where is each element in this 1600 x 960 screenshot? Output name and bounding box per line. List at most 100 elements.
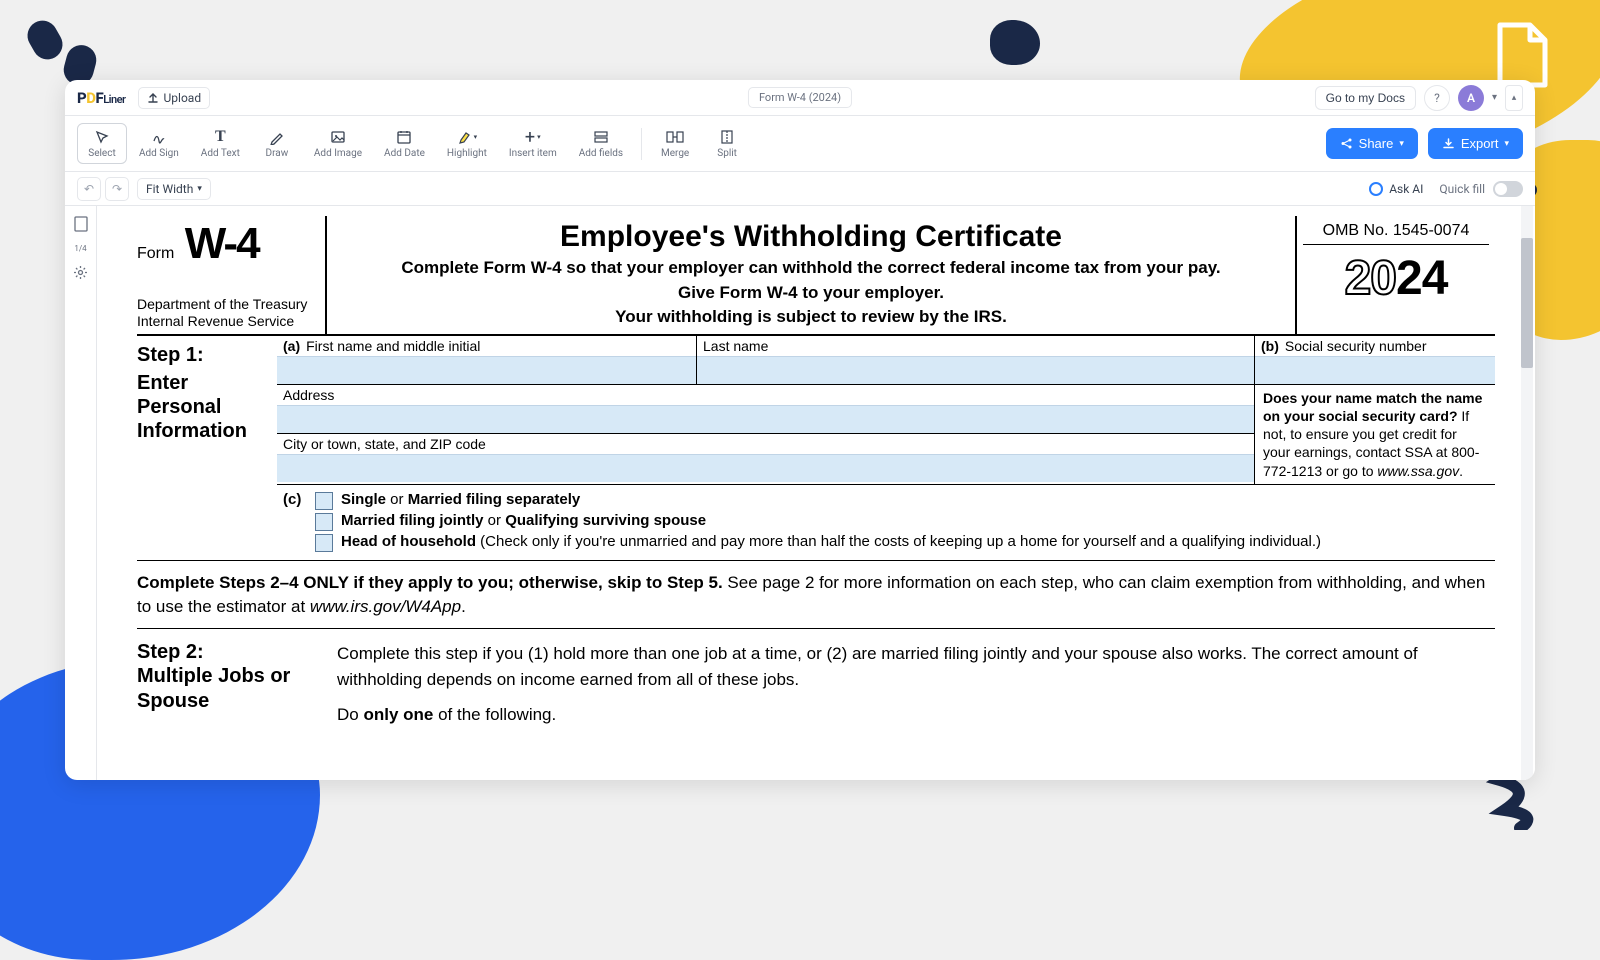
draw-icon (269, 128, 285, 146)
add-fields-tool[interactable]: Add fields (569, 124, 633, 163)
ssn-input[interactable] (1255, 356, 1495, 384)
b: Married filing jointly (341, 512, 484, 529)
step-subtitle: Multiple Jobs or Spouse (137, 664, 307, 714)
tool-label: Add Text (201, 148, 240, 159)
tag: (b) (1261, 338, 1279, 354)
form-code: W-4 (185, 224, 259, 264)
go-to-docs-button[interactable]: Go to my Docs (1315, 86, 1416, 110)
first-name-input[interactable] (277, 356, 696, 384)
export-button[interactable]: Export ▾ (1428, 128, 1523, 159)
field-label: Address (283, 387, 1248, 403)
t: Do (337, 705, 363, 724)
step-number: Step 1: (137, 344, 271, 367)
zoom-label: Fit Width (146, 182, 193, 196)
select-tool[interactable]: Select (77, 123, 127, 164)
left-rail: 1/4 (65, 206, 97, 780)
add-text-tool[interactable]: T Add Text (191, 124, 250, 163)
image-icon (330, 128, 346, 146)
chevron-down-icon: ▾ (197, 184, 202, 194)
filing-option-hoh: Head of household (Check only if you're … (283, 533, 1489, 552)
chevron-down-icon: ▾ (1504, 138, 1509, 149)
url-text: www.ssa.gov (1377, 463, 1459, 479)
step1-fields: (a)First name and middle initial Last na… (277, 336, 1495, 560)
tool-label: Split (717, 148, 737, 159)
field-label: Last name (703, 338, 1248, 354)
collapse-button[interactable]: ▴ (1505, 85, 1523, 111)
form-instruction: Your withholding is subject to review by… (345, 305, 1277, 330)
option-text: Married filing jointly or Qualifying sur… (341, 512, 706, 529)
row-name-ssn: (a)First name and middle initial Last na… (277, 336, 1495, 385)
form-year: 2024 (1303, 251, 1489, 306)
ask-ai-button[interactable]: Ask AI (1369, 182, 1423, 196)
checkbox-single[interactable] (315, 492, 333, 510)
upload-button[interactable]: Upload (138, 87, 211, 109)
department-info: Department of the Treasury Internal Reve… (137, 296, 317, 330)
zoom-select[interactable]: Fit Width ▾ (137, 178, 211, 200)
form-instruction: Give Form W-4 to your employer. (345, 281, 1277, 306)
omb-number: OMB No. 1545-0074 (1303, 222, 1489, 245)
settings-button[interactable] (73, 265, 88, 280)
t: of the following. (433, 705, 556, 724)
ssn-cell: (b) Social security number (1255, 336, 1495, 384)
tool-label: Merge (661, 148, 689, 159)
redo-button[interactable]: ↷ (105, 177, 129, 201)
b: only one (363, 705, 433, 724)
help-button[interactable]: ? (1424, 85, 1450, 111)
toolbar-right: Share ▾ Export ▾ (1326, 128, 1523, 159)
city-cell: City or town, state, and ZIP code (277, 434, 1254, 482)
address-input[interactable] (277, 405, 1254, 433)
document-title[interactable]: Form W-4 (2024) (748, 87, 852, 108)
bg-decoration (990, 20, 1040, 65)
form-header: Form W-4 Department of the Treasury Inte… (137, 216, 1495, 336)
last-name-input[interactable] (697, 356, 1254, 384)
add-sign-tool[interactable]: Add Sign (129, 124, 189, 163)
form-instruction: Complete Form W-4 so that your employer … (345, 256, 1277, 281)
toggle-switch[interactable] (1493, 181, 1523, 197)
scrollbar-thumb[interactable] (1521, 238, 1533, 368)
secondary-right: Ask AI Quick fill (1369, 181, 1523, 197)
plus-icon: +▾ (525, 128, 541, 146)
dot: . (461, 597, 466, 616)
tool-label: Draw (266, 148, 289, 159)
dot: . (1459, 463, 1463, 479)
insert-item-tool[interactable]: +▾ Insert item (499, 124, 567, 163)
checkbox-married[interactable] (315, 513, 333, 531)
add-date-tool[interactable]: Add Date (374, 124, 435, 163)
document-viewport[interactable]: Form W-4 Department of the Treasury Inte… (97, 206, 1535, 780)
tool-label: Add Date (384, 148, 425, 159)
header-bar: PDFLiner Upload Form W-4 (2024) Go to my… (65, 80, 1535, 116)
step-number: Step 2: (137, 641, 307, 664)
b: Qualifying surviving spouse (505, 512, 706, 529)
pages-panel-button[interactable] (74, 216, 88, 232)
label-text: Social security number (1285, 338, 1427, 354)
highlight-tool[interactable]: ▾ Highlight (437, 124, 497, 163)
undo-button[interactable]: ↶ (77, 177, 101, 201)
logo-letter: P (77, 89, 86, 107)
separator (641, 128, 642, 160)
field-label: (b) Social security number (1261, 338, 1489, 354)
chevron-down-icon[interactable]: ▾ (1492, 92, 1497, 103)
user-avatar[interactable]: A (1458, 85, 1484, 111)
share-button[interactable]: Share ▾ (1326, 128, 1418, 159)
logo-text: Liner (103, 93, 125, 106)
city-input[interactable] (277, 454, 1254, 482)
tool-label: Select (88, 148, 115, 159)
step1-section: Step 1: Enter Personal Information (a)Fi… (137, 336, 1495, 561)
draw-tool[interactable]: Draw (252, 124, 302, 163)
date-icon (396, 128, 412, 146)
quick-fill-label: Quick fill (1439, 182, 1485, 196)
form-header-center: Employee's Withholding Certificate Compl… (327, 216, 1295, 334)
year-20: 20 (1345, 252, 1396, 305)
b: Married filing separately (408, 491, 581, 508)
split-tool[interactable]: Split (702, 124, 752, 163)
step2-section: Step 2: Multiple Jobs or Spouse Complete… (137, 629, 1495, 728)
checkbox-hoh[interactable] (315, 534, 333, 552)
filing-status-row: (c) Single or Married filing separately … (277, 485, 1495, 560)
app-logo[interactable]: PDFLiner (77, 89, 126, 107)
sign-icon (151, 128, 167, 146)
add-image-tool[interactable]: Add Image (304, 124, 372, 163)
merge-tool[interactable]: Merge (650, 124, 700, 163)
select-icon (94, 128, 110, 146)
tool-label: Add Sign (139, 148, 179, 159)
form-word: Form (137, 245, 174, 262)
